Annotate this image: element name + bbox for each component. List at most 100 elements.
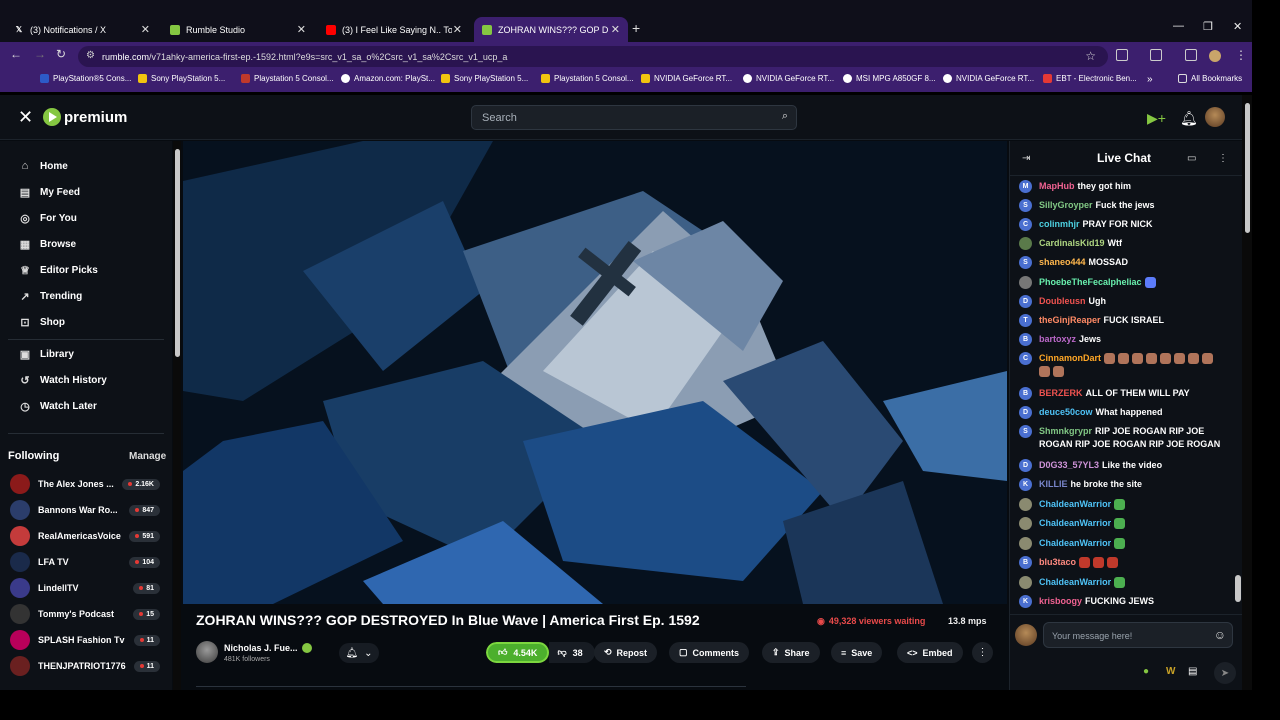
bookmark-star-icon[interactable]: ☆ bbox=[1085, 49, 1096, 63]
chat-username[interactable]: krisboogy bbox=[1039, 596, 1082, 606]
emoji-icon[interactable]: ☺ bbox=[1214, 628, 1226, 642]
bookmark-item[interactable]: Sony PlayStation 5... bbox=[138, 74, 225, 83]
sidebar-item-watch-history[interactable]: ↺ Watch History bbox=[18, 374, 106, 387]
go-live-icon[interactable]: ▶+ bbox=[1147, 110, 1166, 127]
chat-avatar[interactable]: B bbox=[1019, 387, 1032, 400]
chat-username[interactable]: ChaldeanWarrior bbox=[1039, 538, 1111, 548]
search-icon[interactable]: ⌕ bbox=[782, 110, 788, 123]
chat-username[interactable]: BERZERK bbox=[1039, 388, 1083, 398]
search-input[interactable] bbox=[482, 110, 762, 126]
chat-avatar[interactable]: B bbox=[1019, 333, 1032, 346]
close-tab-icon[interactable]: ✕ bbox=[611, 23, 620, 36]
send-message-button[interactable]: ➤ bbox=[1214, 662, 1236, 684]
chat-avatar[interactable]: M bbox=[1019, 180, 1032, 193]
browser-tab-rumble-studio[interactable]: Rumble Studio ✕ bbox=[162, 17, 314, 42]
browser-tab-notifications[interactable]: 𝕏 (3) Notifications / X ✕ bbox=[6, 17, 158, 42]
back-icon[interactable]: ← bbox=[10, 47, 22, 61]
bookmark-item[interactable]: MSI MPG A850GF 8... bbox=[843, 74, 936, 83]
following-item[interactable]: THENJPATRIOT1776 11 bbox=[10, 656, 160, 676]
following-item[interactable]: LFA TV 104 bbox=[10, 552, 160, 572]
search-bar[interactable]: ⌕ bbox=[471, 105, 797, 130]
bookmark-item[interactable]: EBT - Electronic Ben... bbox=[1043, 74, 1137, 83]
bookmark-item[interactable]: Sony PlayStation 5... bbox=[441, 74, 528, 83]
chat-username[interactable]: PhoebeTheFecalpheliac bbox=[1039, 277, 1142, 287]
following-item[interactable]: Bannons War Ro... 847 bbox=[10, 500, 160, 520]
embed-button[interactable]: <> Embed bbox=[897, 642, 963, 663]
sidebar-item-for-you[interactable]: ◎ For You bbox=[18, 212, 77, 225]
chat-avatar[interactable]: D bbox=[1019, 295, 1032, 308]
site-info-icon[interactable]: ⚙ bbox=[86, 50, 95, 61]
sidebar-item-my-feed[interactable]: ▤ My Feed bbox=[18, 186, 80, 199]
browser-tab-youtube[interactable]: (3) I Feel Like Saying N.. Tonigh ✕ bbox=[318, 17, 470, 42]
following-item[interactable]: The Alex Jones ... 2.16K bbox=[10, 474, 160, 494]
user-avatar[interactable] bbox=[1205, 107, 1225, 127]
media-icon[interactable] bbox=[1185, 49, 1197, 61]
sidebar-item-browse[interactable]: ▦ Browse bbox=[18, 238, 76, 251]
url-field[interactable]: ⚙ rumble.com/v71ahky-america-first-ep.-1… bbox=[78, 46, 1108, 67]
comments-button[interactable]: ▢ Comments bbox=[669, 642, 750, 663]
bookmark-item[interactable]: Amazon.com: PlaySt... bbox=[341, 74, 435, 83]
chat-username[interactable]: blu3taco bbox=[1039, 557, 1076, 567]
sidebar-item-editor-picks[interactable]: ♕ Editor Picks bbox=[18, 264, 98, 277]
chat-avatar[interactable]: T bbox=[1019, 314, 1032, 327]
chat-avatar[interactable]: S bbox=[1019, 256, 1032, 269]
reload-icon[interactable]: ↻ bbox=[56, 47, 66, 61]
chat-avatar[interactable]: K bbox=[1019, 478, 1032, 491]
chat-avatar[interactable]: D bbox=[1019, 459, 1032, 472]
sidebar-scrollbar[interactable] bbox=[173, 141, 181, 690]
rant-icon[interactable]: ● bbox=[1143, 666, 1149, 677]
chat-avatar[interactable] bbox=[1019, 276, 1032, 289]
chat-username[interactable]: SillyGroyper bbox=[1039, 200, 1093, 210]
all-bookmarks[interactable]: All Bookmarks bbox=[1178, 74, 1242, 83]
following-item[interactable]: RealAmericasVoice 591 bbox=[10, 526, 160, 546]
forward-icon[interactable]: → bbox=[34, 47, 46, 61]
bookmark-item[interactable]: NVIDIA GeForce RT... bbox=[943, 74, 1034, 83]
close-menu-icon[interactable]: ✕ bbox=[18, 107, 33, 128]
chat-avatar[interactable]: B bbox=[1019, 556, 1032, 569]
chat-avatar[interactable] bbox=[1019, 517, 1032, 530]
chat-scrollbar[interactable] bbox=[1234, 178, 1242, 612]
browser-tab-active[interactable]: ZOHRAN WINS??? GOP DESTR ✕ bbox=[474, 17, 628, 42]
close-tab-icon[interactable]: ✕ bbox=[297, 23, 306, 36]
sidebar-item-shop[interactable]: ⊡ Shop bbox=[18, 316, 65, 329]
chat-message-input[interactable] bbox=[1052, 629, 1202, 643]
chat-username[interactable]: deuce50cow bbox=[1039, 407, 1093, 417]
rumble-premium-logo[interactable]: premium bbox=[43, 108, 127, 126]
new-tab-icon[interactable]: + bbox=[632, 20, 640, 36]
chat-avatar[interactable] bbox=[1019, 498, 1032, 511]
save-button[interactable]: ≡ Save bbox=[831, 642, 883, 663]
chat-username[interactable]: Shmnkgrypr bbox=[1039, 426, 1092, 436]
following-item[interactable]: LindellTV 81 bbox=[10, 578, 160, 598]
chat-avatar[interactable]: C bbox=[1019, 352, 1032, 365]
chat-avatar[interactable]: S bbox=[1019, 425, 1032, 438]
following-item[interactable]: Tommy's Podcast 15 bbox=[10, 604, 160, 624]
close-window-icon[interactable]: ✕ bbox=[1233, 20, 1242, 33]
manage-following-link[interactable]: Manage bbox=[129, 451, 166, 462]
sidebar-item-library[interactable]: ▣ Library bbox=[18, 348, 74, 361]
bookmark-item[interactable]: PlayStation®5 Cons... bbox=[40, 74, 131, 83]
chat-username[interactable]: bartoxyz bbox=[1039, 334, 1076, 344]
wallet-icon[interactable]: W bbox=[1166, 666, 1175, 677]
chat-input-box[interactable]: ☺ bbox=[1043, 622, 1233, 648]
sidebar-item-watch-later[interactable]: ◷ Watch Later bbox=[18, 400, 97, 413]
sidebar-item-home[interactable]: ⌂ Home bbox=[18, 160, 68, 172]
chat-options-icon[interactable]: ⋮ bbox=[1218, 153, 1228, 164]
popout-chat-icon[interactable]: ▭ bbox=[1187, 153, 1196, 164]
page-scrollbar[interactable] bbox=[1242, 95, 1252, 690]
cast-icon[interactable] bbox=[1150, 49, 1162, 61]
video-player[interactable] bbox=[183, 141, 1007, 604]
following-item[interactable]: SPLASH Fashion Tv 11 bbox=[10, 630, 160, 650]
chat-avatar[interactable] bbox=[1019, 537, 1032, 550]
like-button[interactable]: 👍︎ 4.54K bbox=[486, 642, 550, 663]
extensions-icon[interactable] bbox=[1116, 49, 1128, 61]
share-button[interactable]: ⇪ Share bbox=[762, 642, 820, 663]
chat-username[interactable]: colinmhjr bbox=[1039, 219, 1080, 229]
chat-username[interactable]: KILLIE bbox=[1039, 479, 1068, 489]
chat-username[interactable]: shaneo444 bbox=[1039, 257, 1086, 267]
more-bookmarks-icon[interactable]: » bbox=[1147, 74, 1153, 85]
chat-username[interactable]: ChaldeanWarrior bbox=[1039, 499, 1111, 509]
channel-avatar[interactable] bbox=[196, 641, 218, 663]
dislike-button[interactable]: 👎︎ 38 bbox=[549, 642, 595, 663]
chat-avatar[interactable]: D bbox=[1019, 406, 1032, 419]
chat-avatar[interactable]: S bbox=[1019, 199, 1032, 212]
